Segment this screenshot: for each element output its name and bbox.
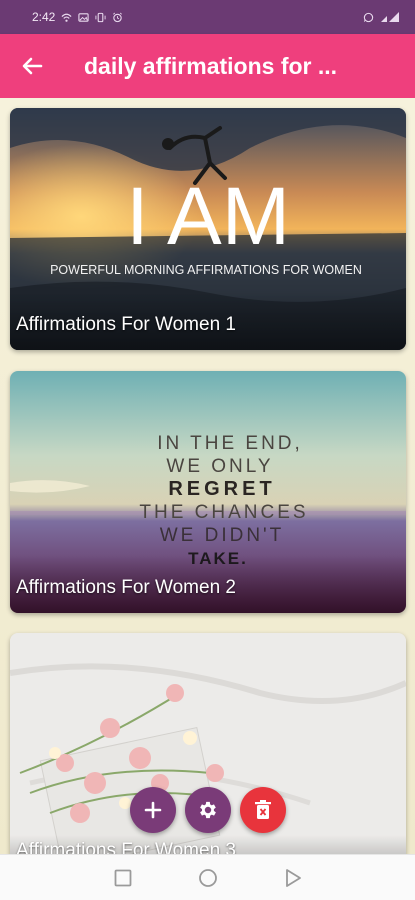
card-title: Affirmations For Women 2: [16, 577, 236, 598]
status-right: [363, 11, 401, 23]
back-button[interactable]: [4, 34, 60, 98]
quote-line-1: IN THE END,: [157, 433, 303, 454]
signal-icon: [381, 12, 399, 22]
status-time: 2:42: [32, 10, 56, 24]
affirmation-card-1[interactable]: I AM POWERFUL MORNING AFFIRMATIONS FOR W…: [10, 108, 406, 350]
recents-square-icon[interactable]: [114, 869, 132, 887]
whatsapp-icon: [363, 12, 374, 22]
status-left: 2:42: [32, 10, 123, 24]
back-arrow-icon: [22, 57, 43, 75]
settings-button[interactable]: [185, 787, 231, 833]
home-circle-icon[interactable]: [198, 868, 218, 888]
wifi-icon: [61, 13, 72, 22]
card-image-sub-text: POWERFUL MORNING AFFIRMATIONS FOR WOMEN: [50, 263, 362, 277]
quote-line-5: WE DIDN'T: [160, 525, 285, 546]
delete-button[interactable]: [240, 787, 286, 833]
photo-icon: [78, 12, 89, 22]
add-button[interactable]: [130, 787, 176, 833]
affirmations-list[interactable]: I AM POWERFUL MORNING AFFIRMATIONS FOR W…: [0, 98, 415, 854]
card-image-big-text: I AM: [126, 171, 290, 262]
quote-line-4: THE CHANCES: [139, 502, 308, 523]
app-bar: daily affirmations for ...: [0, 34, 415, 98]
card-title: Affirmations For Women 3: [16, 840, 236, 854]
card-title: Affirmations For Women 1: [16, 314, 236, 335]
quote-line-2: WE ONLY: [166, 456, 273, 477]
status-bar: 2:42: [0, 0, 415, 34]
gear-icon: [200, 801, 216, 819]
back-triangle-icon[interactable]: [284, 868, 302, 888]
alarm-icon: [113, 12, 123, 22]
page-title: daily affirmations for ...: [84, 52, 338, 79]
quote-line-3: REGRET: [168, 478, 275, 500]
vibrate-icon: [95, 12, 106, 22]
affirmation-card-2[interactable]: IN THE END, WE ONLY REGRET THE CHANCES W…: [10, 371, 406, 613]
plus-icon: [144, 801, 162, 819]
system-nav-bar: [0, 854, 415, 900]
delete-icon: [255, 800, 271, 819]
